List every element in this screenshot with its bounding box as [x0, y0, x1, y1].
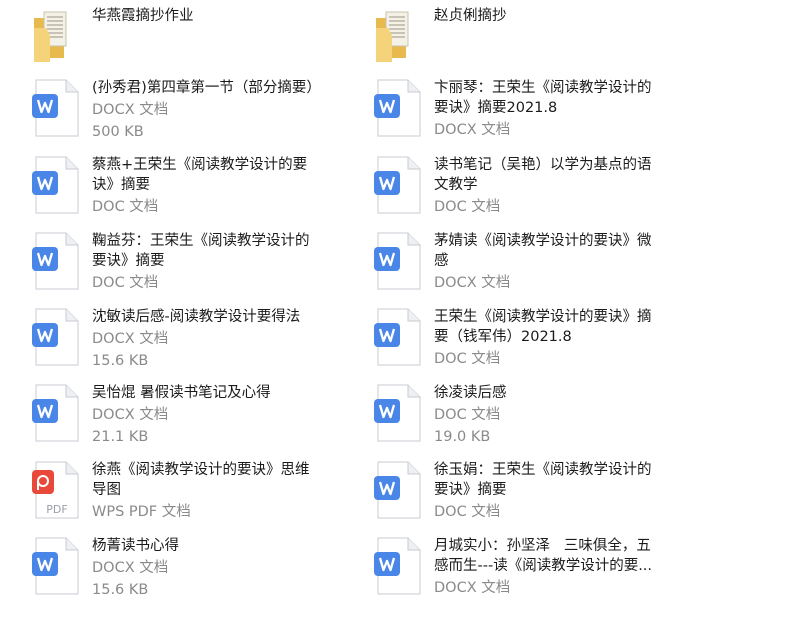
file-type: DOCX 文档 — [92, 102, 169, 118]
file-item[interactable]: 卞丽琴：王荣生《阅读教学设计的 要诀》摘要2021.8 DOCX 文档 — [372, 78, 702, 150]
folder-item[interactable]: 赵贞俐摘抄 — [372, 6, 702, 78]
file-name: 王荣生《阅读教学设计的要诀》摘 要（钱军伟）2021.8 — [434, 309, 652, 345]
file-type: DOC 文档 — [434, 199, 501, 215]
file-size: 15.6 KB — [92, 582, 149, 598]
file-name: 沈敏读后感-阅读教学设计要得法 — [92, 309, 301, 325]
word-doc-icon — [372, 536, 432, 596]
word-doc-icon — [372, 78, 432, 138]
file-name: 卞丽琴：王荣生《阅读教学设计的 要诀》摘要2021.8 — [434, 80, 652, 116]
file-type: DOCX 文档 — [92, 407, 169, 423]
file-type: DOCX 文档 — [434, 275, 511, 291]
file-item[interactable]: 鞠益芬：王荣生《阅读教学设计的 要诀》摘要 DOC 文档 — [30, 231, 360, 303]
file-grid: 华燕霞摘抄作业 赵贞俐摘抄 (孙秀君)第四章第一节（部分摘要） DOCX 文档 500 … — [0, 0, 810, 617]
file-type: DOCX 文档 — [92, 331, 169, 347]
file-name: 读书笔记（吴艳）以学为基点的语 文教学 — [434, 157, 652, 193]
file-name: 徐燕《阅读教学设计的要诀》思维 导图 — [92, 462, 310, 498]
folder-icon — [372, 6, 432, 66]
file-type: WPS PDF 文档 — [92, 504, 191, 520]
word-doc-icon — [30, 536, 90, 596]
file-item[interactable]: 沈敏读后感-阅读教学设计要得法 DOCX 文档 15.6 KB — [30, 307, 360, 379]
file-name: 蔡燕+王荣生《阅读教学设计的要 诀》摘要 — [92, 157, 308, 193]
file-type: DOCX 文档 — [434, 580, 511, 596]
folder-item[interactable]: 华燕霞摘抄作业 — [30, 6, 360, 78]
file-name: 赵贞俐摘抄 — [434, 8, 507, 24]
word-doc-icon — [30, 383, 90, 443]
word-doc-icon — [30, 231, 90, 291]
file-type: DOCX 文档 — [92, 560, 169, 576]
file-name: 杨菁读书心得 — [92, 538, 179, 554]
file-name: 月城实小：孙坚泽 三味俱全，五 感而生---读《阅读教学设计的要... — [434, 538, 653, 574]
file-item[interactable]: (孙秀君)第四章第一节（部分摘要） DOCX 文档 500 KB — [30, 78, 360, 150]
file-name: 吴怡焜 暑假读书笔记及心得 — [92, 385, 271, 401]
file-name: 徐凌读后感 — [434, 385, 507, 401]
word-doc-icon — [30, 78, 90, 138]
file-type: DOCX 文档 — [434, 122, 511, 138]
file-size: 15.6 KB — [92, 353, 149, 369]
file-item[interactable]: 月城实小：孙坚泽 三味俱全，五 感而生---读《阅读教学设计的要... DOCX … — [372, 536, 702, 608]
word-doc-icon — [372, 307, 432, 367]
file-type: DOC 文档 — [434, 407, 501, 423]
word-doc-icon — [30, 307, 90, 367]
file-item[interactable]: 蔡燕+王荣生《阅读教学设计的要 诀》摘要 DOC 文档 — [30, 155, 360, 227]
file-type: DOC 文档 — [434, 504, 501, 520]
svg-text:PDF: PDF — [46, 503, 67, 516]
pdf-file-icon: PDF — [30, 460, 90, 520]
word-doc-icon — [372, 231, 432, 291]
file-item[interactable]: 杨菁读书心得 DOCX 文档 15.6 KB — [30, 536, 360, 608]
word-doc-icon — [372, 460, 432, 520]
file-type: DOC 文档 — [434, 351, 501, 367]
file-item[interactable]: PDF 徐燕《阅读教学设计的要诀》思维 导图 WPS PDF 文档 — [30, 460, 360, 532]
file-name: 徐玉娟：王荣生《阅读教学设计的 要诀》摘要 — [434, 462, 652, 498]
file-name: 鞠益芬：王荣生《阅读教学设计的 要诀》摘要 — [92, 233, 310, 269]
file-size: 21.1 KB — [92, 429, 149, 445]
file-item[interactable]: 吴怡焜 暑假读书笔记及心得 DOCX 文档 21.1 KB — [30, 383, 360, 455]
file-type: DOC 文档 — [92, 275, 159, 291]
file-item[interactable]: 徐凌读后感 DOC 文档 19.0 KB — [372, 383, 702, 455]
file-name: 华燕霞摘抄作业 — [92, 8, 194, 24]
file-item[interactable]: 茅婧读《阅读教学设计的要诀》微 感 DOCX 文档 — [372, 231, 702, 303]
file-type: DOC 文档 — [92, 199, 159, 215]
file-item[interactable]: 读书笔记（吴艳）以学为基点的语 文教学 DOC 文档 — [372, 155, 702, 227]
word-doc-icon — [372, 155, 432, 215]
folder-icon — [30, 6, 90, 66]
file-size: 500 KB — [92, 124, 144, 140]
file-item[interactable]: 王荣生《阅读教学设计的要诀》摘 要（钱军伟）2021.8 DOC 文档 — [372, 307, 702, 379]
file-name: (孙秀君)第四章第一节（部分摘要） — [92, 80, 321, 96]
word-doc-icon — [30, 155, 90, 215]
file-name: 茅婧读《阅读教学设计的要诀》微 感 — [434, 233, 652, 269]
word-doc-icon — [372, 383, 432, 443]
file-size: 19.0 KB — [434, 429, 491, 445]
file-item[interactable]: 徐玉娟：王荣生《阅读教学设计的 要诀》摘要 DOC 文档 — [372, 460, 702, 532]
